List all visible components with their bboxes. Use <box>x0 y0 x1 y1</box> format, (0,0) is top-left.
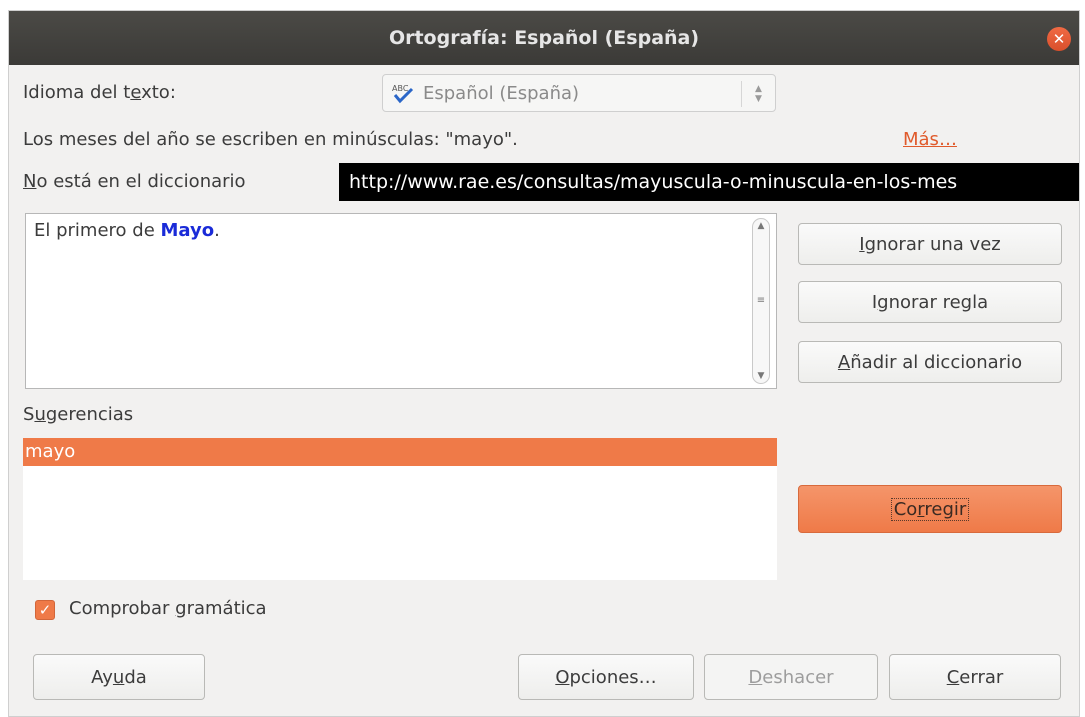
grammar-check-label: Comprobar gramática <box>69 598 267 619</box>
undo-mnemonic: D <box>748 666 763 688</box>
options-button[interactable]: Opciones… <box>518 654 694 700</box>
add-dict-mnemonic: A <box>837 351 851 373</box>
not-in-dictionary-mnemonic: N <box>23 171 37 192</box>
svg-text:ABC: ABC <box>392 84 409 93</box>
suggestions-label-pre: S <box>23 404 35 425</box>
spin-arrows-icon: ▲ ▼ <box>741 81 775 107</box>
tooltip-url: http://www.rae.es/consultas/mayuscula-o-… <box>349 171 958 193</box>
correct-pre: Co <box>893 498 918 520</box>
correct-label: Corregir <box>890 497 970 521</box>
close-button[interactable]: Cerrar <box>889 654 1061 700</box>
language-label-pre: Idioma del t <box>23 82 131 103</box>
correct-post: regir <box>924 498 967 520</box>
language-label: Idioma del texto: <box>23 82 176 103</box>
grammar-label-mnemonic: g <box>175 598 187 619</box>
suggestions-label-post: gerencias <box>45 404 134 425</box>
dialog-title: Ortografía: Español (España) <box>388 27 700 49</box>
title-bar: Ortografía: Español (España) ✕ <box>9 11 1079 65</box>
rule-message: Los meses del año se escriben en minúscu… <box>23 129 518 150</box>
help-button[interactable]: Ay u da <box>33 654 205 700</box>
error-word: Mayo <box>160 220 215 241</box>
scroll-grip-icon: ≡ <box>756 295 766 306</box>
spelling-dialog: Ortografía: Español (España) ✕ Idioma de… <box>8 10 1080 717</box>
ignore-once-button[interactable]: Ignorar una vez <box>798 223 1062 265</box>
ignore-rule-post: norar regla <box>888 291 989 313</box>
more-link[interactable]: Más… <box>903 129 957 150</box>
options-mnemonic: O <box>555 666 570 688</box>
help-pre: Ay <box>91 666 113 688</box>
language-value: Español (España) <box>423 82 580 104</box>
url-tooltip: http://www.rae.es/consultas/mayuscula-o-… <box>339 163 1079 201</box>
close-mnemonic: C <box>946 666 960 688</box>
language-select[interactable]: ABC Español (España) ▲ ▼ <box>382 74 776 112</box>
language-label-mnemonic: e <box>130 82 142 103</box>
help-post: da <box>124 666 147 688</box>
sentence-textbox[interactable]: El primero de Mayo. ▲ ≡ ▼ <box>25 213 777 389</box>
check-icon: ✓ <box>38 601 52 619</box>
suggestions-list[interactable]: mayo <box>23 438 777 580</box>
not-in-dictionary-rest: o está en el diccionario <box>36 171 246 192</box>
not-in-dictionary-label: No está en el diccionario <box>23 171 246 192</box>
correct-button[interactable]: Corregir <box>798 485 1062 533</box>
grammar-label-post: ramática <box>186 598 267 619</box>
ignore-rule-button[interactable]: Ig norar regla <box>798 281 1062 323</box>
abc-spellcheck-icon: ABC <box>391 82 415 104</box>
close-rest: errar <box>959 666 1004 688</box>
ignore-rule-mnemonic: g <box>877 291 889 313</box>
suggestions-label-mnemonic: u <box>34 404 46 425</box>
help-mnemonic: u <box>112 666 125 688</box>
options-rest: pciones… <box>569 666 657 688</box>
ignore-once-rest: gnorar una vez <box>864 233 1001 255</box>
list-item[interactable]: mayo <box>23 438 777 466</box>
sentence-before: El primero de <box>34 220 161 241</box>
scroll-up-icon[interactable]: ▲ <box>753 221 769 231</box>
undo-rest: eshacer <box>762 666 834 688</box>
close-symbol: ✕ <box>1052 30 1066 48</box>
suggestions-label: Sugerencias <box>23 404 133 425</box>
add-to-dictionary-button[interactable]: Añadir al diccionario <box>798 341 1062 383</box>
undo-button[interactable]: Deshacer <box>704 654 878 700</box>
close-icon[interactable]: ✕ <box>1047 27 1071 51</box>
grammar-label-pre: Comprobar <box>69 598 176 619</box>
language-label-post: xto: <box>141 82 176 103</box>
scroll-down-icon[interactable]: ▼ <box>753 371 769 381</box>
grammar-checkbox[interactable]: ✓ <box>35 600 55 620</box>
textbox-scrollbar[interactable]: ▲ ≡ ▼ <box>752 218 770 384</box>
sentence-after: . <box>214 220 220 241</box>
add-dict-rest: ñadir al diccionario <box>850 351 1023 373</box>
